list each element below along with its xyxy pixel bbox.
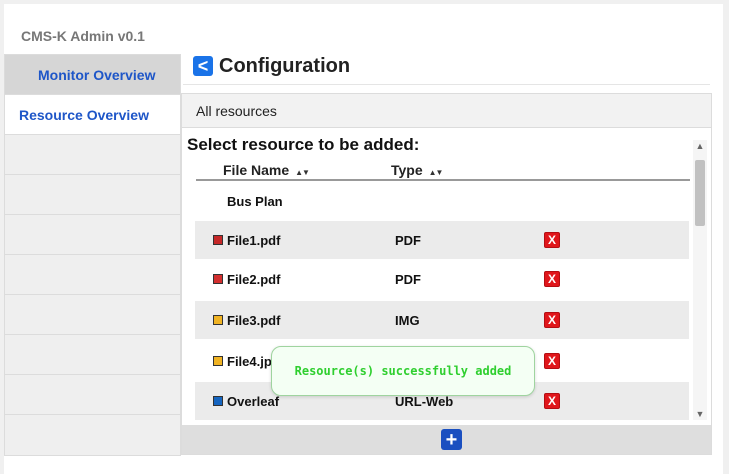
table-row[interactable]: Bus Plan bbox=[195, 182, 689, 220]
sort-icon[interactable]: ▲▼ bbox=[429, 168, 444, 177]
file-icon bbox=[213, 356, 223, 366]
delete-icon[interactable]: X bbox=[544, 393, 560, 409]
sidebar-empty-slot bbox=[5, 295, 180, 335]
plus-icon: + bbox=[445, 428, 458, 451]
column-header-type[interactable]: Type ▲▼ bbox=[391, 162, 444, 178]
sidebar-empty-slot bbox=[5, 335, 180, 375]
file-icon bbox=[213, 235, 223, 245]
delete-icon[interactable]: X bbox=[544, 312, 560, 328]
sidebar-empty-slot bbox=[5, 215, 180, 255]
file-name: Bus Plan bbox=[227, 193, 283, 209]
select-resource-title: Select resource to be added: bbox=[187, 135, 420, 154]
sort-icon[interactable]: ▲▼ bbox=[295, 168, 310, 177]
sidebar-item-label: Resource Overview bbox=[19, 106, 149, 123]
file-name: File3.pdf bbox=[227, 312, 281, 328]
file-type: IMG bbox=[395, 312, 420, 328]
sidebar-item-label: Monitor Overview bbox=[38, 66, 156, 83]
panel-heading: All resources bbox=[182, 94, 711, 128]
column-header-divider bbox=[196, 179, 690, 181]
delete-icon[interactable]: X bbox=[544, 353, 560, 369]
scroll-down-icon[interactable]: ▼ bbox=[693, 408, 707, 420]
column-header-file-name[interactable]: File Name ▲▼ bbox=[223, 162, 310, 178]
sidebar-empty-slot bbox=[5, 415, 180, 455]
file-name: File2.pdf bbox=[227, 271, 281, 287]
sidebar-empty-slot bbox=[5, 255, 180, 295]
table-row[interactable]: File3.pdf IMG X bbox=[195, 301, 689, 339]
page-title: Configuration bbox=[219, 54, 351, 77]
scrollbar[interactable]: ▲ ▼ bbox=[693, 140, 707, 420]
file-name: Overleaf bbox=[227, 393, 280, 409]
sidebar-empty-slot bbox=[5, 375, 180, 415]
file-type: PDF bbox=[395, 232, 421, 248]
file-type: PDF bbox=[395, 271, 421, 287]
delete-icon[interactable]: X bbox=[544, 271, 560, 287]
column-header-label: Type bbox=[391, 162, 423, 178]
success-toast: Resource(s) successfully added bbox=[271, 346, 535, 396]
header-divider bbox=[183, 84, 710, 85]
sidebar-empty-slot bbox=[5, 135, 180, 175]
file-name: File1.pdf bbox=[227, 232, 281, 248]
sidebar-empty-slot bbox=[5, 175, 180, 215]
resources-panel: All resources Select resource to be adde… bbox=[181, 93, 712, 455]
file-icon bbox=[213, 315, 223, 325]
sidebar-item-resource-overview[interactable]: Resource Overview bbox=[5, 95, 180, 135]
table-row[interactable]: File2.pdf PDF X bbox=[195, 260, 689, 298]
file-name: File4.jp bbox=[227, 353, 272, 369]
column-header-label: File Name bbox=[223, 162, 290, 178]
chevron-left-icon: < bbox=[197, 56, 209, 76]
sidebar-item-monitor-overview[interactable]: Monitor Overview bbox=[5, 55, 180, 95]
panel-footer: + bbox=[182, 425, 711, 454]
file-icon bbox=[213, 396, 223, 406]
scroll-up-icon[interactable]: ▲ bbox=[693, 140, 707, 152]
back-button[interactable]: < bbox=[193, 56, 213, 76]
app-title: CMS-K Admin v0.1 bbox=[21, 28, 145, 44]
file-icon bbox=[213, 274, 223, 284]
delete-icon[interactable]: X bbox=[544, 232, 560, 248]
add-resource-button[interactable]: + bbox=[441, 429, 462, 450]
scroll-thumb[interactable] bbox=[695, 160, 705, 226]
page-header: < Configuration bbox=[193, 55, 350, 77]
sidebar: Monitor Overview Resource Overview bbox=[4, 54, 181, 456]
table-row[interactable]: File1.pdf PDF X bbox=[195, 221, 689, 259]
